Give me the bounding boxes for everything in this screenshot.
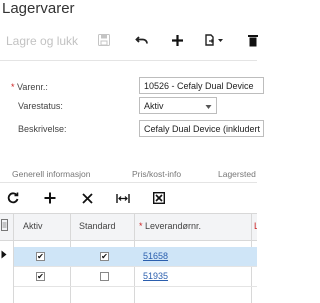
inventory-id-label: * Varenr.: (11, 82, 48, 92)
refresh-icon[interactable] (5, 190, 21, 206)
row-1-default-checkbox[interactable]: ✔ (100, 252, 109, 261)
row-2-vendor-link[interactable]: 51935 (143, 271, 168, 281)
save-close-button[interactable]: Lagre og lukk (6, 34, 78, 48)
export-icon[interactable] (151, 190, 167, 206)
current-row-arrow-icon (1, 250, 7, 261)
table-row-selected[interactable] (14, 247, 257, 266)
undo-icon[interactable] (134, 32, 150, 48)
add-row-icon[interactable] (42, 190, 58, 206)
delete-row-icon[interactable] (79, 190, 95, 206)
column-header-cutoff: L (254, 221, 257, 231)
add-icon[interactable] (169, 32, 185, 48)
status-select[interactable]: Aktiv (139, 97, 217, 114)
save-icon[interactable] (96, 32, 112, 48)
toolbar-divider (0, 60, 257, 61)
row-1-active-checkbox[interactable]: ✔ (36, 252, 45, 261)
row-selector-icon[interactable] (0, 218, 9, 232)
description-label: Beskrivelse: (18, 124, 67, 134)
tab-general-info[interactable]: Generell informasjon (12, 169, 90, 179)
inventory-id-field[interactable]: 10526 - Cefaly Dual Device (139, 77, 264, 94)
delete-icon[interactable] (247, 32, 259, 48)
copy-paste-icon[interactable] (203, 32, 227, 48)
row-2-active-checkbox[interactable]: ✔ (36, 272, 45, 281)
column-header-active[interactable]: Aktiv (23, 221, 43, 231)
page-title: Lagervarer (2, 0, 75, 17)
status-label: Varestatus: (18, 101, 63, 111)
row-1-vendor-link[interactable]: 51658 (143, 251, 168, 261)
chevron-down-icon[interactable] (205, 102, 212, 112)
row-2-default-checkbox[interactable] (100, 272, 109, 281)
row-divider (14, 266, 257, 267)
tabs-divider (0, 182, 257, 183)
tab-price-cost-info[interactable]: Pris/kost-info (132, 169, 181, 179)
tab-warehouse[interactable]: Lagersted (218, 169, 256, 179)
column-header-default[interactable]: Standard (79, 221, 116, 231)
fit-columns-icon[interactable] (115, 190, 131, 206)
row-divider (14, 286, 257, 287)
column-header-vendor-id[interactable]: * Leverandørnr. (139, 221, 201, 231)
status-value: Aktiv (144, 100, 164, 111)
description-field[interactable]: Cefaly Dual Device (inkludert (139, 120, 264, 137)
